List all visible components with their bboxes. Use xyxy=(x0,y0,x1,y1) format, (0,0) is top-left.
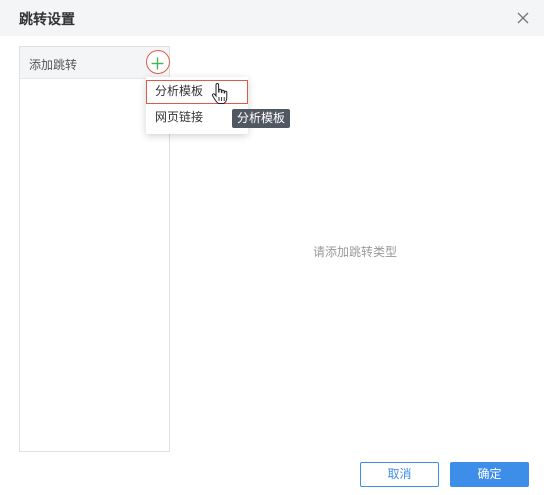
dialog-title: 跳转设置 xyxy=(19,12,75,28)
confirm-button[interactable]: 确定 xyxy=(450,462,529,487)
plus-icon xyxy=(151,55,164,70)
empty-hint: 请添加跳转类型 xyxy=(313,245,398,259)
dialog-header: 跳转设置 xyxy=(0,0,544,36)
add-jump-button[interactable] xyxy=(146,50,170,74)
tooltip: 分析模板 xyxy=(232,109,291,128)
hand-pointer-icon xyxy=(210,82,230,105)
cancel-button[interactable]: 取消 xyxy=(360,462,439,487)
close-icon[interactable] xyxy=(516,10,530,24)
menu-item-analysis-template[interactable]: 分析模板 xyxy=(146,80,248,104)
add-jump-label: 添加跳转 xyxy=(29,58,78,72)
